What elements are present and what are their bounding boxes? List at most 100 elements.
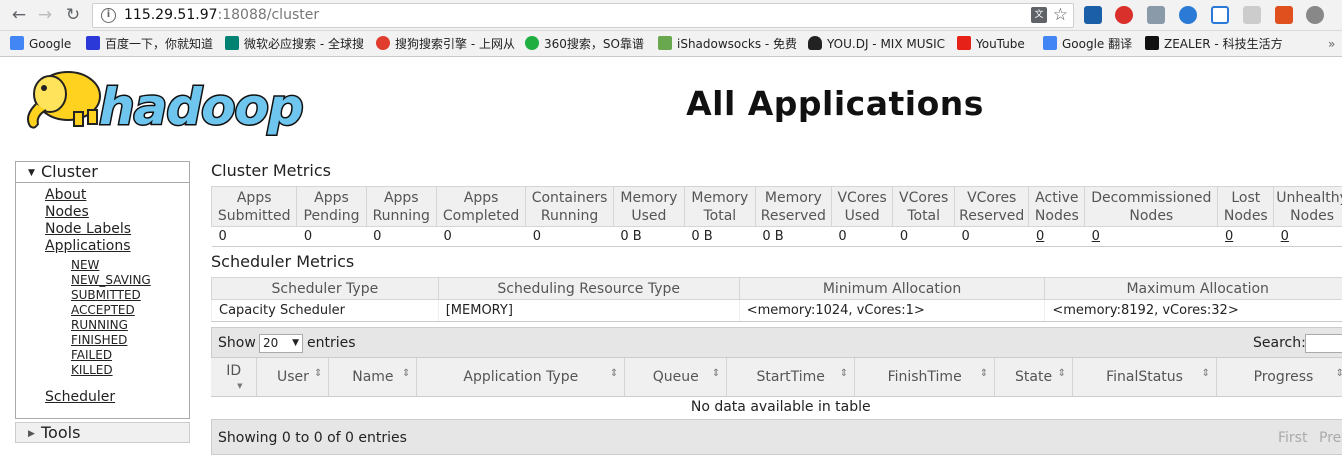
sogou-icon xyxy=(376,36,390,50)
apps-col-queue[interactable]: Queue ⇕ xyxy=(624,358,728,397)
office-icon[interactable] xyxy=(1275,6,1293,24)
site-info-icon[interactable]: i xyxy=(101,8,116,23)
page-size-select[interactable]: 20 ▼ xyxy=(259,334,303,353)
nav-state-new[interactable]: NEW xyxy=(71,258,189,273)
sched-col-min-allocation: Minimum Allocation xyxy=(738,277,1046,300)
nav-state-accepted[interactable]: ACCEPTED xyxy=(71,303,189,318)
previous-page-button[interactable]: Previous xyxy=(1319,430,1342,446)
apps-col-user[interactable]: User ⇕ xyxy=(256,358,330,397)
youtube-icon xyxy=(957,36,971,50)
bookmark-sogou[interactable]: 搜狗搜索引擎 - 上网从 xyxy=(376,35,516,53)
sort-both-icon: ⇕ xyxy=(1201,368,1210,379)
nav-link-node-labels[interactable]: Node Labels xyxy=(45,221,189,238)
hadoop-logo: hadoop xyxy=(16,64,316,138)
back-icon[interactable]: ← xyxy=(8,4,30,26)
sort-both-icon: ⇕ xyxy=(1335,368,1342,379)
extension-icon-8[interactable] xyxy=(1306,6,1324,24)
cluster-metric-col-apps-pending: Apps Pending xyxy=(296,186,367,227)
cluster-nav-header[interactable]: ▼ Cluster xyxy=(16,162,189,183)
nav-state-new-saving[interactable]: NEW_SAVING xyxy=(71,273,189,288)
table-info-text: Showing 0 to 0 of 0 entries xyxy=(218,430,407,446)
apps-col-label: StartTime xyxy=(756,368,825,385)
cluster-nav-panel: ▼ Cluster About Nodes Node Labels Applica… xyxy=(15,161,190,419)
sched-resource-type-value: [MEMORY] xyxy=(437,299,740,322)
bookmark-360[interactable]: 360搜索，SO靠谱 xyxy=(525,35,650,53)
cluster-metric-col-unhealthy-nodes: Unhealthy Nodes xyxy=(1273,186,1342,227)
cluster-metric-value-active-nodes[interactable]: 0 xyxy=(1028,226,1085,247)
applications-header-row: ID ▼ User ⇕ Name ⇕ Application Type ⇕ Queue ⇕ Star… xyxy=(211,358,1342,397)
cluster-metric-value-decommissioned-nodes[interactable]: 0 xyxy=(1084,226,1218,247)
more-bookmarks-icon[interactable]: » xyxy=(1328,35,1342,53)
sort-both-icon: ⇕ xyxy=(979,368,989,379)
extension-icon-5[interactable] xyxy=(1211,6,1229,24)
apps-col-label: User xyxy=(276,368,309,385)
search-label: Search: xyxy=(1253,335,1306,351)
cluster-metric-value-memory-reserved: 0 B xyxy=(755,226,832,247)
apps-col-finishtime[interactable]: FinishTime ⇕ xyxy=(854,358,996,397)
apps-col-finalstatus[interactable]: FinalStatus ⇕ xyxy=(1072,358,1217,397)
nav-link-applications[interactable]: Applications xyxy=(45,238,189,255)
bookmark-youtube[interactable]: YouTube xyxy=(957,35,1037,53)
extension-icon-3[interactable] xyxy=(1147,6,1165,24)
cluster-metric-value-vcores-used: 0 xyxy=(831,226,893,247)
bookmark-star-icon[interactable]: ☆ xyxy=(1053,5,1068,25)
apps-col-id[interactable]: ID ▼ xyxy=(211,358,258,397)
apps-col-progress[interactable]: Progress ⇕ xyxy=(1216,358,1342,397)
entries-label: entries xyxy=(307,335,356,351)
sort-both-icon: ⇕ xyxy=(1057,368,1067,379)
apps-col-name[interactable]: Name ⇕ xyxy=(328,358,418,397)
cluster-metric-value-lost-nodes[interactable]: 0 xyxy=(1217,226,1274,247)
bookmark-baidu[interactable]: 百度一下，你就知道 xyxy=(86,35,216,53)
translate-icon[interactable]: 文 xyxy=(1031,7,1047,23)
apps-col-application-type[interactable]: Application Type ⇕ xyxy=(416,358,626,397)
bookmark-youdj[interactable]: YOU.DJ - MIX MUSIC xyxy=(808,35,948,53)
apps-table-toolbar: Show 20 ▼ entries Search: xyxy=(211,327,1342,358)
bookmark-ishadowsocks[interactable]: iShadowsocks - 免费 xyxy=(658,35,798,53)
nav-link-nodes[interactable]: Nodes xyxy=(45,204,189,221)
cluster-metric-col-vcores-total: VCores Total xyxy=(892,186,955,227)
bookmark-google[interactable]: Google xyxy=(10,35,80,53)
cluster-metric-col-apps-running: Apps Running xyxy=(365,186,437,227)
cluster-metric-col-vcores-reserved: VCores Reserved xyxy=(953,186,1030,227)
cluster-metric-col-decommissioned-nodes: Decommissioned Nodes xyxy=(1084,186,1219,227)
cluster-metric-col-lost-nodes: Lost Nodes xyxy=(1217,186,1275,227)
cluster-metrics-title: Cluster Metrics xyxy=(211,161,331,180)
cluster-metric-col-apps-submitted: Apps Submitted xyxy=(211,186,298,227)
cluster-metric-value-unhealthy-nodes[interactable]: 0 xyxy=(1273,226,1342,247)
bookmark-zealer[interactable]: ZEALER - 科技生活方 xyxy=(1145,35,1285,53)
search-input[interactable] xyxy=(1305,334,1342,353)
nav-state-submitted[interactable]: SUBMITTED xyxy=(71,288,189,303)
cluster-metric-col-active-nodes: Active Nodes xyxy=(1028,186,1086,227)
first-page-button[interactable]: First xyxy=(1278,430,1307,446)
apps-col-starttime[interactable]: StartTime ⇕ xyxy=(726,358,856,397)
ishadowsocks-icon xyxy=(658,36,672,50)
browser-toolbar: ← → ↻ i 115.29.51.97:18088/cluster 文 ☆ xyxy=(0,0,1342,31)
extension-icon-4[interactable] xyxy=(1179,6,1197,24)
bookmark-google-translate[interactable]: Google 翻译 xyxy=(1043,35,1138,53)
sched-type-value: Capacity Scheduler xyxy=(211,299,439,322)
applications-table-wrapper: Show 20 ▼ entries Search: ID ▼ User ⇕ Name ⇕ Ap… xyxy=(211,327,1342,455)
sort-both-icon: ⇕ xyxy=(839,368,849,379)
bookmark-bing[interactable]: 微软必应搜索 - 全球搜 xyxy=(225,35,365,53)
adblock-icon[interactable] xyxy=(1115,6,1133,24)
cluster-metric-value-apps-pending: 0 xyxy=(296,226,367,247)
nav-link-about[interactable]: About xyxy=(45,187,189,204)
nav-state-finished[interactable]: FINISHED xyxy=(71,333,189,348)
reload-icon[interactable]: ↻ xyxy=(62,4,84,26)
forward-icon[interactable]: → xyxy=(34,4,56,26)
triangle-down-icon: ▼ xyxy=(28,168,35,178)
show-label: Show xyxy=(218,335,256,351)
nav-link-scheduler[interactable]: Scheduler xyxy=(45,389,189,406)
sched-col-type: Scheduler Type xyxy=(211,277,439,300)
tools-nav-header[interactable]: ▶ Tools xyxy=(15,422,190,443)
caret-down-icon: ▼ xyxy=(292,338,299,348)
extension-icon-1[interactable] xyxy=(1084,6,1102,24)
nav-state-running[interactable]: RUNNING xyxy=(71,318,189,333)
apps-col-state[interactable]: State ⇕ xyxy=(994,358,1074,397)
nav-state-killed[interactable]: KILLED xyxy=(71,363,189,378)
scheduler-metrics-table: Scheduler Type Scheduling Resource Type … xyxy=(211,277,1342,322)
extension-icon-6[interactable] xyxy=(1243,6,1261,24)
address-bar[interactable]: i 115.29.51.97:18088/cluster 文 ☆ xyxy=(92,3,1074,28)
cluster-metric-value-vcores-total: 0 xyxy=(892,226,955,247)
nav-state-failed[interactable]: FAILED xyxy=(71,348,189,363)
